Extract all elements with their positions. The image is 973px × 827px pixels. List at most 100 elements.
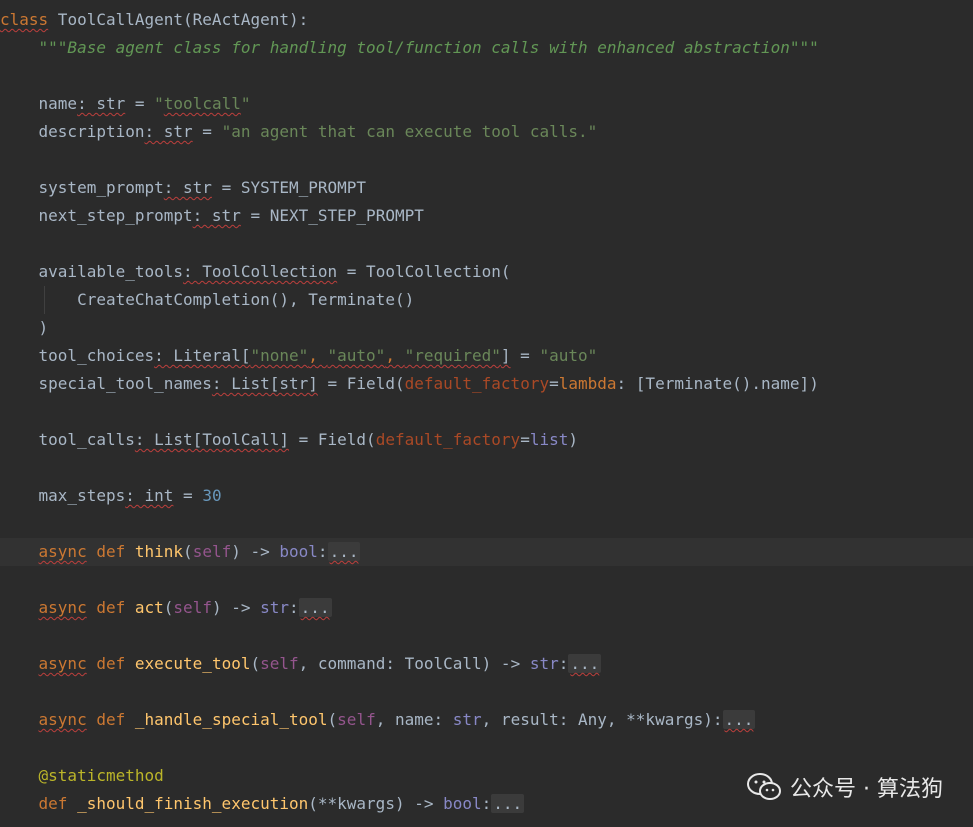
code-token: = SYSTEM_PROMPT [211, 178, 367, 197]
code-token: _handle_special_tool [134, 710, 328, 729]
watermark: 公众号 · 算法狗 [746, 771, 943, 803]
code-token: tool_choices [0, 346, 155, 365]
code-line[interactable]: CreateChatCompletion(), Terminate() [0, 286, 973, 314]
code-line[interactable]: name: str = "toolcall" [0, 90, 973, 118]
code-token: (**kwargs) -> [308, 794, 444, 813]
code-token: default_factory [375, 430, 521, 449]
folded-code-toggle[interactable]: ... [327, 542, 361, 561]
code-line[interactable] [0, 510, 973, 538]
code-token: = NEXT_STEP_PROMPT [240, 206, 424, 225]
code-line[interactable]: description: str = "an agent that can ex… [0, 118, 973, 146]
code-token: def [86, 654, 135, 673]
code-line[interactable]: ) [0, 314, 973, 342]
code-line[interactable]: system_prompt: str = SYSTEM_PROMPT [0, 174, 973, 202]
code-token: ( [183, 542, 193, 561]
code-token: : [Terminate().name]) [616, 374, 819, 393]
code-token: str [529, 654, 559, 673]
code-token: : str [192, 206, 241, 225]
code-token: = ToolCollection( [337, 262, 511, 281]
code-token: = Field( [288, 430, 376, 449]
code-line[interactable]: special_tool_names: List[str] = Field(de… [0, 370, 973, 398]
code-token: max_steps [0, 486, 126, 505]
code-token: : [289, 598, 299, 617]
code-line[interactable] [0, 230, 973, 258]
code-line[interactable]: """Base agent class for handling tool/fu… [0, 34, 973, 62]
code-token: self [173, 598, 212, 617]
code-token: = [125, 94, 155, 113]
code-token: , [308, 346, 328, 365]
code-token: = [510, 346, 540, 365]
code-token: async [38, 598, 87, 617]
code-token: async [38, 654, 87, 673]
code-token: = [173, 486, 203, 505]
code-token: system_prompt [0, 178, 164, 197]
code-token: ( [327, 710, 338, 729]
code-line[interactable] [0, 678, 973, 706]
code-token: ) [568, 430, 578, 449]
code-token: act [134, 598, 164, 617]
code-token: "required" [404, 346, 501, 365]
code-line[interactable]: available_tools: ToolCollection = ToolCo… [0, 258, 973, 286]
code-token: "an agent that can execute tool calls." [221, 122, 598, 141]
code-line[interactable]: async def think(self) -> bool:... [0, 538, 973, 566]
code-token: , result: Any, **kwargs): [481, 710, 723, 729]
code-token: def [86, 598, 135, 617]
code-token: "auto" [539, 346, 598, 365]
code-token: : ToolCollection [183, 262, 338, 281]
code-line[interactable]: class ToolCallAgent(ReActAgent): [0, 6, 973, 34]
code-token: : Literal[ [154, 346, 251, 365]
code-line[interactable]: async def act(self) -> str:... [0, 594, 973, 622]
code-line[interactable]: tool_choices: Literal["none", "auto", "r… [0, 342, 973, 370]
code-token: , [385, 346, 405, 365]
code-token: default_factory [404, 374, 550, 393]
code-token: _should_finish_execution [77, 794, 309, 813]
code-token: bool [279, 542, 318, 561]
folded-code-toggle[interactable]: ... [568, 654, 602, 673]
code-token: async [38, 542, 87, 561]
code-token: list [529, 430, 569, 449]
code-line[interactable] [0, 398, 973, 426]
code-line[interactable]: async def _handle_special_tool(self, nam… [0, 706, 973, 734]
code-token: str [452, 710, 482, 729]
code-token: special_tool_names [0, 374, 212, 393]
code-token: self [192, 542, 232, 561]
code-line[interactable]: tool_calls: List[ToolCall] = Field(defau… [0, 426, 973, 454]
code-token: name [0, 94, 78, 113]
code-token: execute_tool [134, 654, 251, 673]
code-editor[interactable]: class ToolCallAgent(ReActAgent): """Base… [0, 0, 973, 827]
code-line[interactable] [0, 622, 973, 650]
folded-code-toggle[interactable]: ... [298, 598, 332, 617]
code-token: description [0, 122, 145, 141]
code-token: think [134, 542, 184, 561]
code-token: ) -> [211, 598, 261, 617]
code-token: 30 [202, 486, 222, 505]
code-line[interactable] [0, 146, 973, 174]
code-token: "none" [250, 346, 309, 365]
code-token: """Base agent class for handling tool/fu… [38, 38, 819, 57]
code-token: toolcall [163, 94, 241, 113]
code-token: : str [163, 178, 212, 197]
code-token: : List[str] [211, 374, 318, 393]
folded-code-toggle[interactable]: ... [491, 794, 525, 813]
code-line[interactable] [0, 566, 973, 594]
code-line[interactable]: next_step_prompt: str = NEXT_STEP_PROMPT [0, 202, 973, 230]
code-token: self [337, 710, 376, 729]
code-line[interactable]: async def execute_tool(self, command: To… [0, 650, 973, 678]
code-token: ( [250, 654, 261, 673]
code-line[interactable] [0, 62, 973, 90]
code-line[interactable] [0, 734, 973, 762]
code-token: str [260, 598, 290, 617]
code-token: " [154, 94, 164, 113]
code-token: : List[ToolCall] [134, 430, 289, 449]
code-token: class [0, 10, 49, 29]
code-token: : int [125, 486, 174, 505]
code-line[interactable]: max_steps: int = 30 [0, 482, 973, 510]
folded-code-toggle[interactable]: ... [722, 710, 756, 729]
code-line[interactable] [0, 454, 973, 482]
